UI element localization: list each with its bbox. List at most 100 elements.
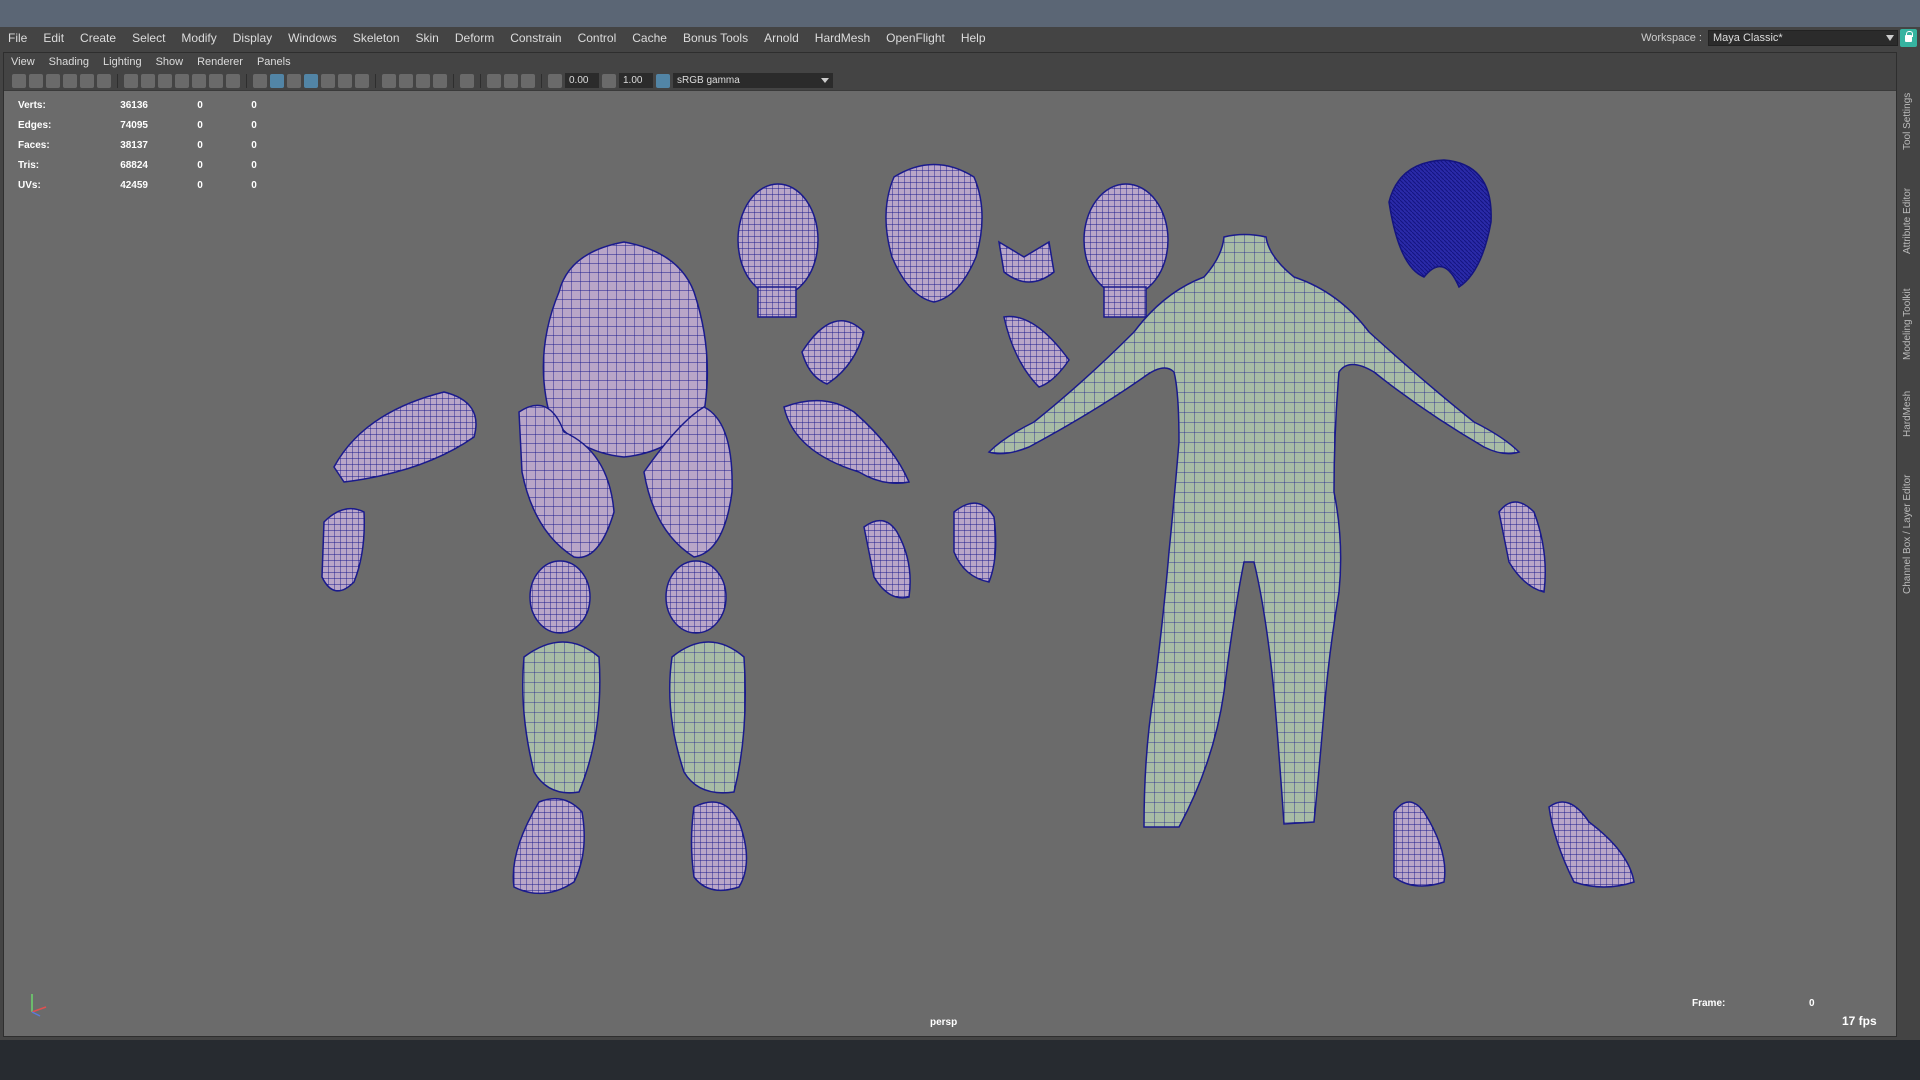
menu-edit[interactable]: Edit (35, 27, 72, 49)
default-material-icon[interactable] (287, 73, 301, 88)
xray-active-icon[interactable] (504, 73, 518, 88)
hud-label: UVs: (18, 179, 41, 191)
gamma-field[interactable]: 1.00 (619, 73, 653, 88)
safe-action-icon[interactable] (209, 73, 223, 88)
ambient-occlusion-icon[interactable] (382, 73, 396, 88)
shoulder-pad-left-mesh[interactable] (801, 320, 865, 385)
exposure-field[interactable]: 0.00 (565, 73, 599, 88)
glove-right-2-mesh[interactable] (1498, 501, 1546, 593)
gate-mask-icon[interactable] (175, 73, 189, 88)
tab-modeling-toolkit[interactable]: Modeling Toolkit (1902, 260, 1918, 360)
scene-meshes (321, 159, 1635, 895)
menu-select[interactable]: Select (124, 27, 173, 49)
scene-view[interactable]: Verts: 36136 0 0 Edges: 74095 0 0 Faces:… (4, 92, 1896, 1036)
grid-icon[interactable] (124, 73, 138, 88)
resolution-gate-icon[interactable] (158, 73, 172, 88)
gamma-icon[interactable] (602, 73, 616, 88)
shadows-icon[interactable] (355, 73, 369, 88)
menu-skeleton[interactable]: Skeleton (345, 27, 408, 49)
anti-aliasing-icon[interactable] (416, 73, 430, 88)
arm-armor-right-mesh[interactable] (783, 399, 911, 484)
xray-icon[interactable] (487, 73, 501, 88)
lock-icon[interactable] (1900, 29, 1917, 47)
safe-title-icon[interactable] (226, 73, 240, 88)
glove-left-1-mesh[interactable] (321, 507, 366, 592)
menu-control[interactable]: Control (570, 27, 625, 49)
exposure-icon[interactable] (548, 73, 562, 88)
motion-blur-icon[interactable] (399, 73, 413, 88)
shoulder-pad-right-mesh[interactable] (1003, 315, 1070, 388)
menu-bonus-tools[interactable]: Bonus Tools (675, 27, 756, 49)
arm-armor-left-mesh[interactable] (333, 391, 477, 483)
hair-mesh[interactable] (1388, 159, 1492, 289)
wireframe-icon[interactable] (253, 73, 267, 88)
view-transform-dropdown[interactable]: sRGB gamma (673, 73, 833, 88)
panel-menu-show[interactable]: Show (149, 53, 191, 71)
menu-arnold[interactable]: Arnold (756, 27, 807, 49)
tab-tool-settings[interactable]: Tool Settings (1902, 60, 1918, 150)
tab-attribute-editor[interactable]: Attribute Editor (1902, 154, 1918, 254)
panel-menu-renderer[interactable]: Renderer (190, 53, 250, 71)
panel-menu-panels[interactable]: Panels (250, 53, 298, 71)
glove-right-1-mesh[interactable] (953, 502, 997, 583)
glove-left-2-mesh[interactable] (863, 519, 911, 599)
hud-value: 0 (197, 99, 203, 111)
workspace-value: Maya Classic* (1713, 32, 1783, 44)
toolbar-divider (541, 73, 542, 88)
head-mesh-left[interactable] (737, 183, 819, 318)
wireframe-on-shaded-icon[interactable] (304, 73, 318, 88)
boot-right-mesh[interactable] (690, 801, 748, 892)
helmet-mesh[interactable] (885, 163, 983, 303)
menu-windows[interactable]: Windows (280, 27, 345, 49)
hud-value: 0 (251, 179, 257, 191)
head-mesh-right[interactable] (1083, 183, 1169, 318)
panel-menu-view[interactable]: View (4, 53, 42, 71)
hud-value: 0 (251, 99, 257, 111)
menu-file[interactable]: File (0, 27, 35, 49)
panel-menu-lighting[interactable]: Lighting (96, 53, 149, 71)
color-management-icon[interactable] (656, 73, 670, 88)
menu-create[interactable]: Create (72, 27, 124, 49)
hud-row-faces: Faces: 38137 0 0 (18, 135, 274, 155)
knee-right-mesh[interactable] (665, 560, 727, 634)
isolate-select-icon[interactable] (460, 73, 474, 88)
workspace-dropdown[interactable]: Maya Classic* (1708, 30, 1898, 46)
field-chart-icon[interactable] (192, 73, 206, 88)
hud-value: 0 (251, 159, 257, 171)
workspace-selector: Workspace : Maya Classic* (1641, 27, 1898, 49)
menu-display[interactable]: Display (225, 27, 280, 49)
film-gate-icon[interactable] (141, 73, 155, 88)
camera-select-icon[interactable] (12, 73, 26, 88)
menu-help[interactable]: Help (953, 27, 994, 49)
shin-left-mesh[interactable] (522, 641, 601, 794)
tab-channel-box[interactable]: Channel Box / Layer Editor (1902, 444, 1918, 594)
smooth-shade-icon[interactable] (270, 73, 284, 88)
shin-right-mesh[interactable] (668, 641, 746, 794)
depth-of-field-icon[interactable] (433, 73, 447, 88)
menu-modify[interactable]: Modify (173, 27, 224, 49)
menu-hardmesh[interactable]: HardMesh (807, 27, 878, 49)
menu-deform[interactable]: Deform (447, 27, 502, 49)
knee-left-mesh[interactable] (529, 560, 591, 634)
panel-menu-shading[interactable]: Shading (42, 53, 96, 71)
textured-icon[interactable] (321, 73, 335, 88)
xray-joints-icon[interactable] (521, 73, 535, 88)
bookmark-icon[interactable] (46, 73, 60, 88)
2d-pan-zoom-icon[interactable] (80, 73, 94, 88)
hud-value: 0 (197, 179, 203, 191)
camera-attributes-icon[interactable] (29, 73, 43, 88)
shoe-right-mesh[interactable] (1548, 801, 1635, 888)
menu-cache[interactable]: Cache (624, 27, 675, 49)
menu-skin[interactable]: Skin (408, 27, 447, 49)
menu-constrain[interactable]: Constrain (502, 27, 569, 49)
viewport-panel[interactable]: View Shading Lighting Show Renderer Pane… (3, 52, 1897, 1037)
body-suit-mesh[interactable] (987, 233, 1521, 828)
shoe-left-mesh[interactable] (1393, 801, 1446, 887)
tab-hardmesh[interactable]: HardMesh (1902, 367, 1918, 437)
image-plane-icon[interactable] (63, 73, 77, 88)
visor-mesh[interactable] (997, 240, 1055, 283)
boot-left-mesh[interactable] (512, 797, 585, 895)
menu-openflight[interactable]: OpenFlight (878, 27, 953, 49)
grease-pencil-icon[interactable] (97, 73, 111, 88)
lights-icon[interactable] (338, 73, 352, 88)
